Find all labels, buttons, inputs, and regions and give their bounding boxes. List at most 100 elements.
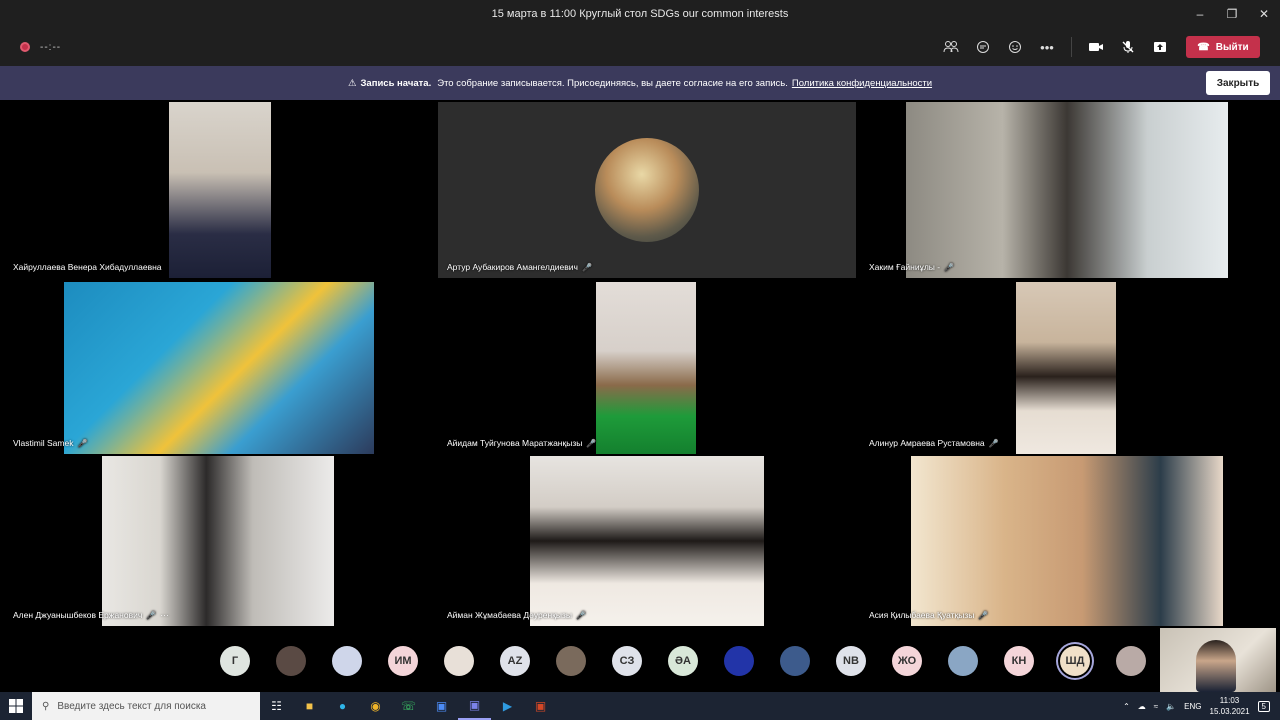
more-actions-icon[interactable]: •••: [1031, 32, 1063, 62]
roster-avatar[interactable]: ИМ: [388, 646, 418, 676]
participant-name: Асия Қилыбаева Қуатқызы 🎤: [869, 610, 989, 620]
participant-video: [596, 282, 696, 454]
whatsapp-icon[interactable]: ☏: [392, 692, 425, 720]
windows-taskbar: ⚲ Введите здесь текст для поиска ☷ ■ ● ◉…: [0, 692, 1280, 720]
roster-avatar[interactable]: ЖО: [892, 646, 922, 676]
self-view-video: [1160, 628, 1276, 692]
chat-icon[interactable]: [967, 32, 999, 62]
meeting-timer: --:--: [40, 41, 62, 53]
task-view-icon[interactable]: ☷: [260, 692, 293, 720]
roster-avatar[interactable]: [444, 646, 474, 676]
clock-time: 11:03: [1219, 696, 1240, 705]
mic-muted-icon: 🎤: [581, 262, 592, 272]
participant-tile[interactable]: Алинур Амраева Рустамовна 🎤: [860, 282, 1276, 454]
roster-avatar[interactable]: [948, 646, 978, 676]
participant-video: [530, 456, 764, 626]
participant-tile[interactable]: Ален Джуанышбеков Ержанович 🎤 ···: [4, 456, 434, 626]
meeting-toolbar: --:-- ••• ☎ Выйти: [0, 28, 1280, 66]
mic-muted-icon[interactable]: [1112, 32, 1144, 62]
mic-muted-icon: 🎤: [575, 610, 586, 620]
roster-avatar[interactable]: Г: [220, 646, 250, 676]
windows-start-icon[interactable]: [0, 692, 32, 720]
participant-roster: Г ИМ AZ СЗ ӘА NB ЖО КН ШД: [0, 628, 1280, 692]
mic-muted-icon: 🎤: [586, 438, 597, 448]
powerpoint-icon[interactable]: ▣: [524, 692, 557, 720]
participant-video: [169, 102, 271, 278]
banner-heading: Запись начата.: [360, 77, 432, 89]
roster-avatar[interactable]: [276, 646, 306, 676]
roster-avatar[interactable]: [1116, 646, 1146, 676]
mic-muted-icon: 🎤: [988, 438, 999, 448]
minimize-icon[interactable]: –: [1184, 0, 1216, 28]
teams-icon[interactable]: ▣: [458, 692, 491, 720]
reactions-icon[interactable]: [999, 32, 1031, 62]
clock-date: 15.03.2021: [1209, 707, 1250, 716]
video-grid: Хайруллаева Венера Хибадуллаевна Артур А…: [4, 102, 1276, 626]
participant-name: Айман Жұмабаева Дәуренқызы 🎤: [447, 610, 586, 620]
participant-video: [64, 282, 374, 454]
roster-avatar[interactable]: [780, 646, 810, 676]
participant-tile[interactable]: Хаким Ғайниұлы - 🎤: [860, 102, 1276, 278]
participant-name: Vlastimil Samek 🎤: [13, 438, 88, 448]
window-title: 15 марта в 11:00 Круглый стол SDGs our c…: [491, 8, 789, 20]
roster-avatar[interactable]: [724, 646, 754, 676]
phone-hangup-icon: ☎: [1197, 41, 1210, 53]
chevron-up-icon[interactable]: ⌃: [1123, 702, 1130, 711]
notifications-icon[interactable]: 5: [1257, 700, 1270, 712]
self-view-person: [1196, 640, 1236, 692]
participant-name: Ален Джуанышбеков Ержанович 🎤 ···: [13, 610, 169, 620]
onedrive-icon[interactable]: ☁: [1138, 702, 1146, 711]
roster-avatar[interactable]: СЗ: [612, 646, 642, 676]
mic-muted-icon: 🎤: [978, 610, 989, 620]
zoom-icon[interactable]: ▣: [425, 692, 458, 720]
search-placeholder: Введите здесь текст для поиска: [57, 700, 206, 712]
recording-banner: ⚠ Запись начата. Это собрание записывает…: [0, 66, 1280, 100]
volume-icon[interactable]: 🔈: [1166, 702, 1176, 711]
participant-name: Алинур Амраева Рустамовна 🎤: [869, 438, 999, 448]
search-icon: ⚲: [42, 700, 50, 712]
roster-avatar[interactable]: ӘА: [668, 646, 698, 676]
maximize-icon[interactable]: ❐: [1216, 0, 1248, 28]
roster-avatar-speaking[interactable]: ШД: [1060, 646, 1090, 676]
roster-avatar[interactable]: AZ: [500, 646, 530, 676]
edge-icon[interactable]: ●: [326, 692, 359, 720]
participant-tile[interactable]: Асия Қилыбаева Қуатқызы 🎤: [860, 456, 1276, 626]
close-window-icon[interactable]: ✕: [1248, 0, 1280, 28]
camera-icon[interactable]: [1080, 32, 1112, 62]
roster-avatar[interactable]: [332, 646, 362, 676]
mic-muted-icon: 🎤: [944, 262, 955, 272]
screen-recorder-icon[interactable]: ▶: [491, 692, 524, 720]
share-screen-icon[interactable]: [1144, 32, 1176, 62]
language-indicator[interactable]: ENG: [1184, 702, 1201, 711]
system-tray: ⌃ ☁ ≈ 🔈 ENG 11:03 15.03.2021 5: [1123, 692, 1280, 720]
participants-icon[interactable]: [935, 32, 967, 62]
participant-tile[interactable]: Айидам Туйгунова Маратжанқызы 🎤: [438, 282, 856, 454]
participant-tile[interactable]: Хайруллаева Венера Хибадуллаевна: [4, 102, 434, 278]
roster-avatar[interactable]: КН: [1004, 646, 1034, 676]
leave-button[interactable]: ☎ Выйти: [1186, 36, 1260, 58]
roster-avatar[interactable]: [556, 646, 586, 676]
file-explorer-icon[interactable]: ■: [293, 692, 326, 720]
participant-tile[interactable]: Vlastimil Samek 🎤: [4, 282, 434, 454]
wifi-icon[interactable]: ≈: [1154, 702, 1158, 711]
window-title-bar: 15 марта в 11:00 Круглый стол SDGs our c…: [0, 0, 1280, 28]
mic-muted-icon: 🎤: [146, 610, 157, 620]
banner-text: Это собрание записывается. Присоединяясь…: [437, 77, 788, 89]
toolbar-divider: [1071, 37, 1072, 57]
taskbar-search[interactable]: ⚲ Введите здесь текст для поиска: [32, 692, 260, 720]
roster-avatar[interactable]: NB: [836, 646, 866, 676]
participant-name: Айидам Туйгунова Маратжанқызы 🎤: [447, 438, 597, 448]
chrome-icon[interactable]: ◉: [359, 692, 392, 720]
recording-icon: [20, 42, 30, 52]
warning-icon: ⚠: [347, 77, 357, 89]
privacy-policy-link[interactable]: Политика конфиденциальности: [792, 78, 932, 89]
participant-video: [102, 456, 334, 626]
system-clock[interactable]: 11:03 15.03.2021: [1210, 695, 1250, 717]
participant-avatar: [595, 138, 699, 242]
participant-tile[interactable]: Айман Жұмабаева Дәуренқызы 🎤: [438, 456, 856, 626]
participant-name: Хайруллаева Венера Хибадуллаевна: [13, 262, 162, 272]
participant-name: Артур Аубакиров Амангелдиевич 🎤: [447, 262, 592, 272]
participant-tile[interactable]: Артур Аубакиров Амангелдиевич 🎤: [438, 102, 856, 278]
more-options-icon[interactable]: ···: [160, 610, 169, 620]
close-banner-button[interactable]: Закрыть: [1206, 71, 1270, 95]
